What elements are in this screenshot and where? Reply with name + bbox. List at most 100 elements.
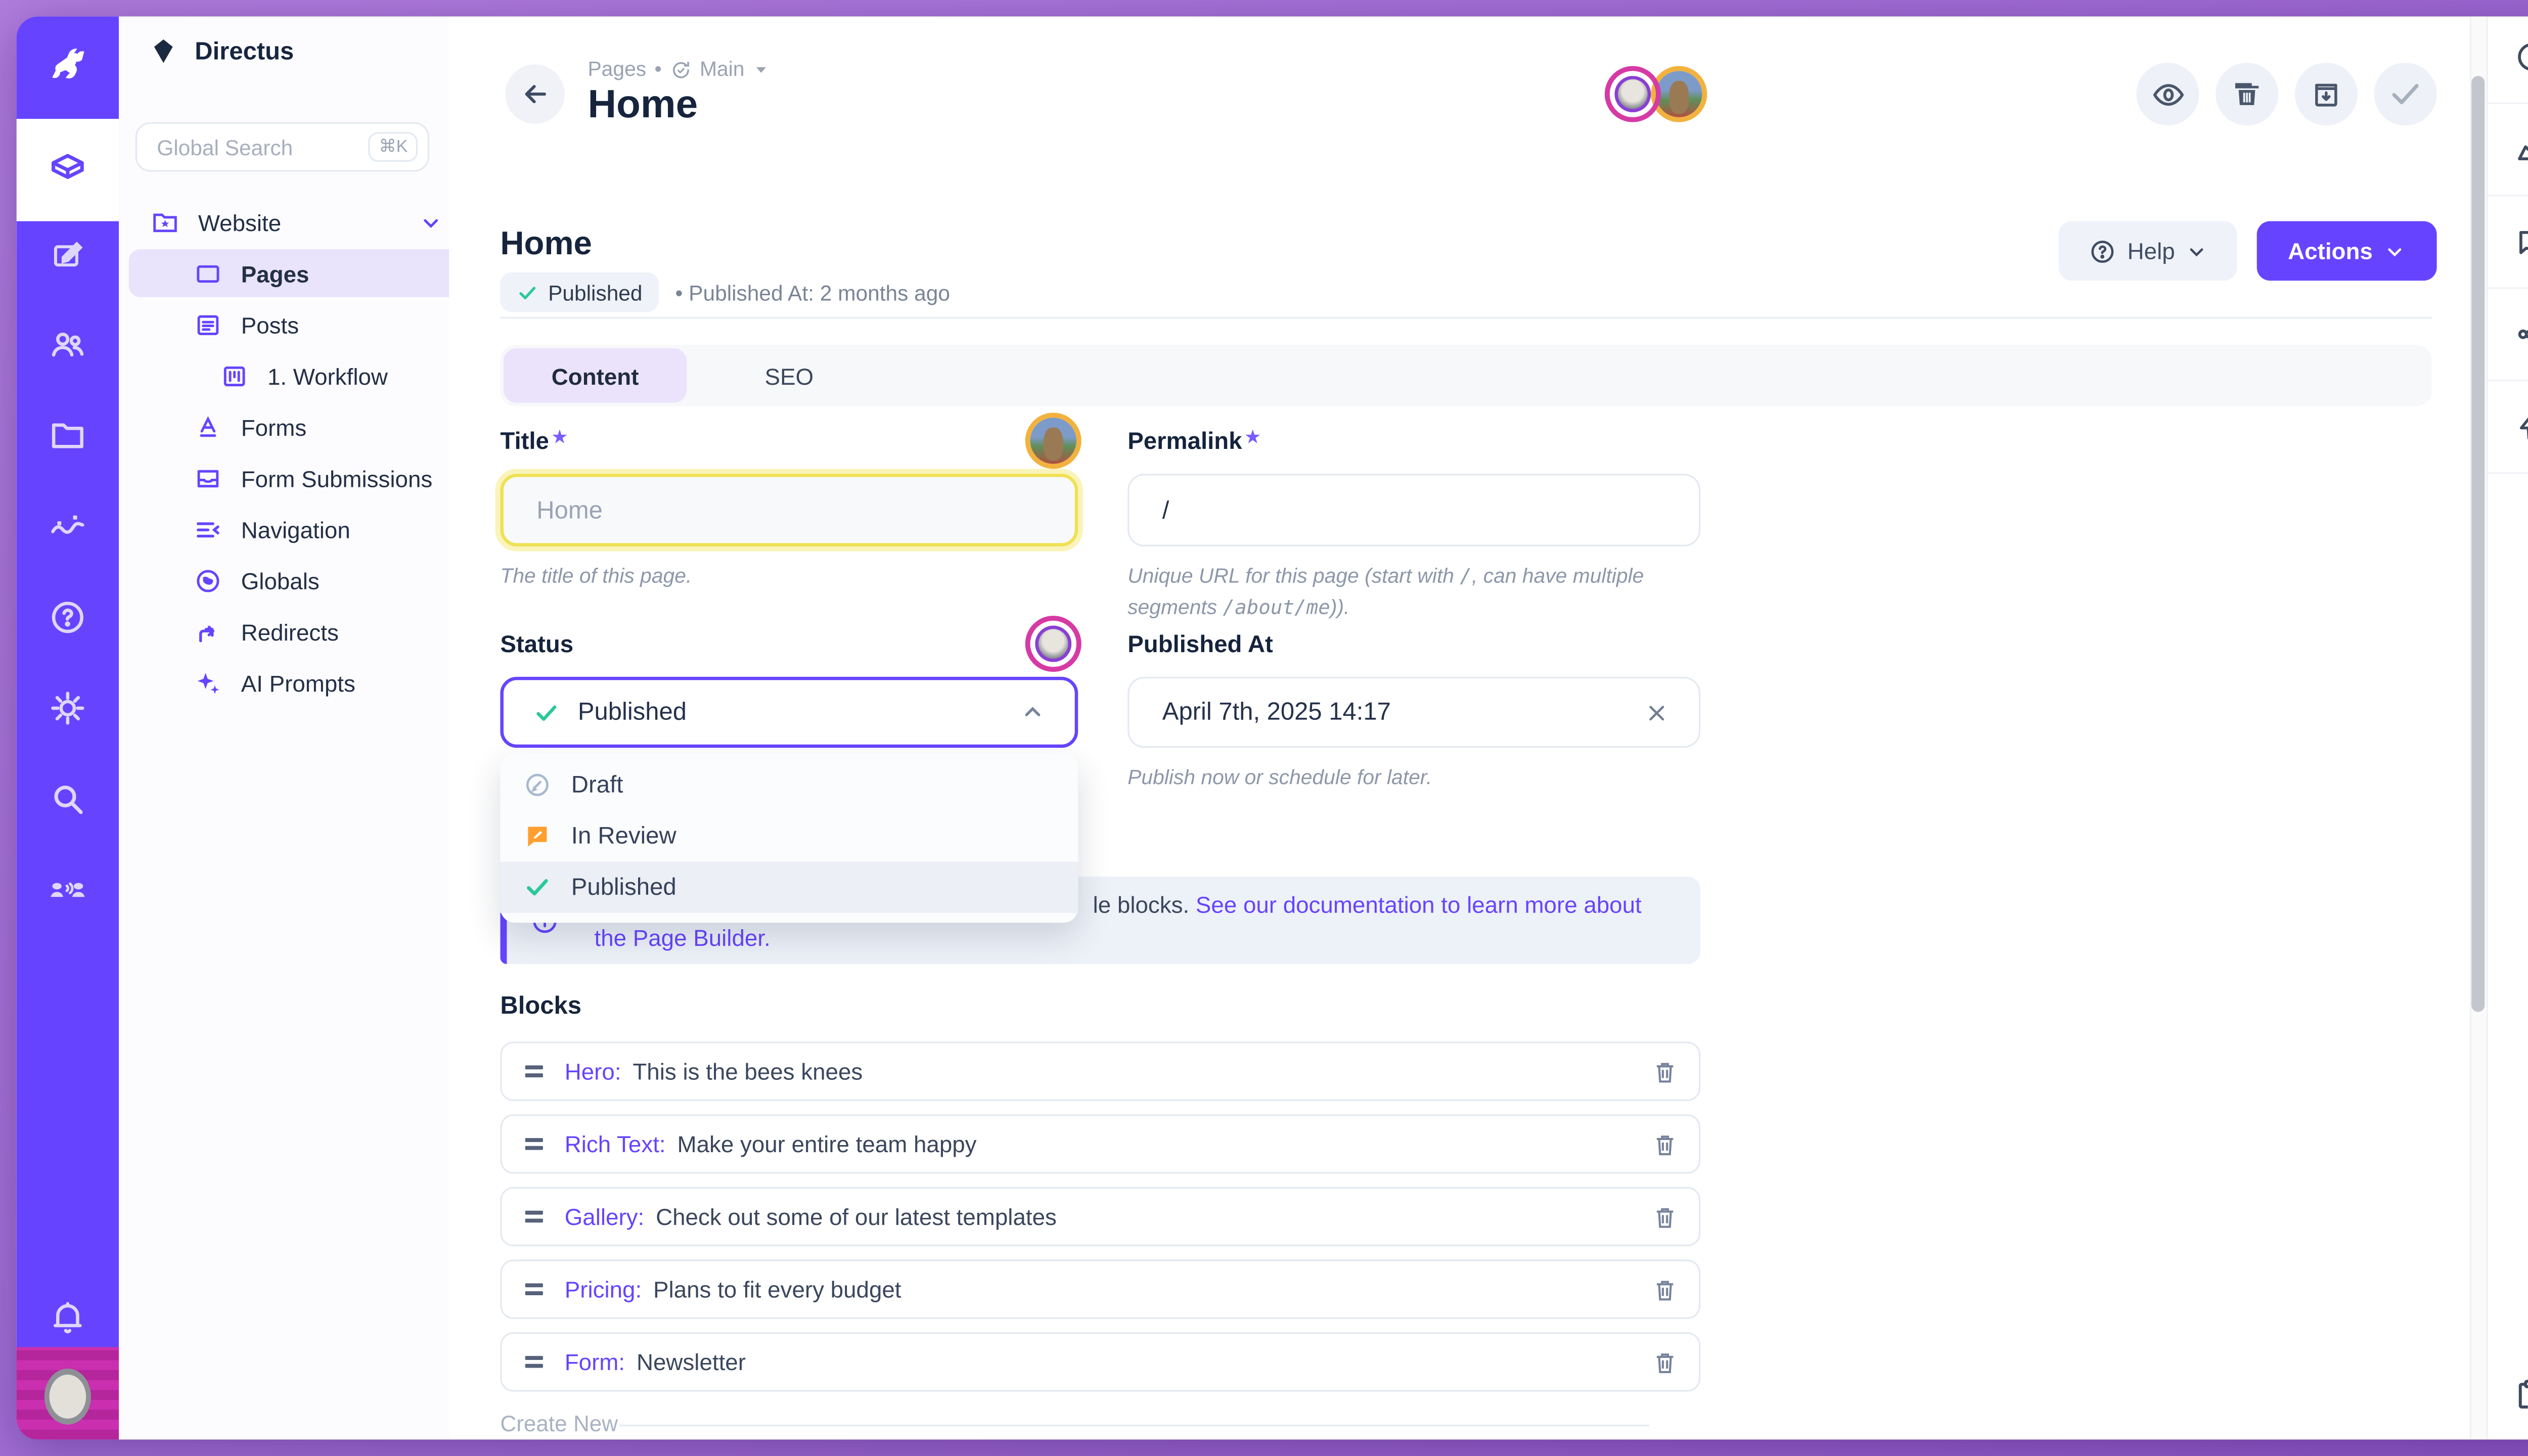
breadcrumb-collection[interactable]: Pages — [588, 58, 646, 81]
title-input[interactable] — [533, 494, 1045, 526]
trash-icon[interactable] — [1651, 1057, 1679, 1085]
tab-content[interactable]: Content — [504, 348, 687, 403]
published-meta: • Published At: 2 months ago — [675, 281, 950, 305]
sidebar-item-navigation[interactable]: Navigation — [129, 505, 502, 553]
block-row-form[interactable]: Form:Newsletter — [500, 1332, 1700, 1392]
module-files[interactable] — [17, 403, 119, 469]
status-dropdown-menu: Draft In Review Published — [500, 753, 1078, 923]
revisions-panel-button[interactable] — [2488, 132, 2528, 167]
help-button[interactable]: Help — [2059, 221, 2237, 281]
terrain-icon — [2513, 132, 2528, 167]
project-header[interactable]: Directus — [149, 36, 294, 66]
required-marker: ★ — [552, 429, 567, 447]
check-icon — [523, 873, 552, 901]
trash-icon[interactable] — [1651, 1130, 1679, 1158]
delete-button[interactable] — [2216, 63, 2278, 125]
divider — [2488, 287, 2528, 289]
breadcrumb[interactable]: Pages • Main — [588, 58, 769, 81]
archive-down-icon — [2310, 77, 2342, 110]
status-option-in-review[interactable]: In Review — [500, 810, 1078, 861]
chevron-down-icon[interactable] — [419, 210, 442, 234]
sidebar-item-forms[interactable]: Forms — [129, 403, 502, 451]
module-content-active[interactable] — [17, 119, 119, 221]
current-user-avatar[interactable] — [17, 1347, 119, 1439]
sidebar-item-form-submissions[interactable]: Form Submissions — [129, 454, 502, 502]
global-search[interactable]: ⌘K — [136, 122, 429, 172]
check-icon — [533, 699, 560, 725]
sidebar-item-pages[interactable]: Pages — [129, 249, 502, 297]
info-panel-button[interactable] — [2488, 39, 2528, 74]
directus-rabbit-logo[interactable] — [17, 17, 119, 119]
chevron-down-icon — [2187, 240, 2208, 261]
article-icon — [192, 309, 224, 339]
back-button[interactable] — [505, 64, 565, 124]
flows-panel-button[interactable] — [2488, 410, 2528, 442]
save-button[interactable] — [2374, 63, 2437, 125]
tab-seo[interactable]: SEO — [715, 348, 864, 403]
check-icon — [2387, 76, 2424, 112]
required-marker: ★ — [1245, 429, 1260, 447]
block-row-rich-text[interactable]: Rich Text:Make your entire team happy — [500, 1114, 1700, 1174]
permalink-field-label: Permalink★ — [1127, 429, 1260, 456]
sidebar-item-posts[interactable]: Posts — [129, 300, 502, 348]
tab-strip: Content SEO — [500, 345, 2431, 406]
trash-icon[interactable] — [1651, 1275, 1679, 1303]
status-option-draft[interactable]: Draft — [500, 759, 1078, 810]
global-search-input[interactable] — [154, 133, 369, 161]
block-row-gallery[interactable]: Gallery:Check out some of our latest tem… — [500, 1187, 1700, 1247]
presence-avatar-user2[interactable] — [1656, 71, 1702, 117]
notifications-bell-icon[interactable] — [17, 1284, 119, 1350]
sidebar-item-redirects[interactable]: Redirects — [129, 608, 502, 656]
trash-icon[interactable] — [1651, 1203, 1679, 1231]
drag-handle-icon[interactable] — [522, 1207, 547, 1226]
docs-link-continued[interactable]: the Page Builder. — [595, 925, 771, 951]
tasks-panel-button[interactable] — [2488, 1377, 2528, 1413]
drag-handle-icon[interactable] — [522, 1062, 547, 1081]
sidebar-item-ai-prompts[interactable]: AI Prompts — [129, 659, 502, 707]
module-docs[interactable] — [17, 584, 119, 651]
browser-icon — [192, 258, 224, 288]
permalink-field[interactable] — [1127, 474, 1700, 547]
archive-button[interactable] — [2295, 63, 2358, 125]
create-new-divider — [619, 1425, 1649, 1426]
docs-link[interactable]: See our documentation to learn more abou… — [1196, 891, 1642, 918]
main-content: Pages • Main Home Home Published • Publi… — [449, 17, 2486, 1440]
comment-icon — [2513, 224, 2528, 259]
status-badge: Published — [500, 272, 659, 312]
banner-line2: the Page Builder. — [595, 921, 771, 954]
chevron-up-icon — [1020, 700, 1045, 724]
published-at-input[interactable] — [1159, 697, 1644, 728]
comments-panel-button[interactable] — [2488, 224, 2528, 259]
module-search[interactable] — [17, 766, 119, 832]
trash-icon[interactable] — [1651, 1348, 1679, 1376]
block-row-hero[interactable]: Hero:This is the bees knees — [500, 1041, 1700, 1101]
module-edit[interactable] — [17, 223, 119, 289]
drag-handle-icon[interactable] — [522, 1280, 547, 1299]
module-settings[interactable] — [17, 675, 119, 742]
box-icon — [46, 149, 89, 192]
drag-handle-icon[interactable] — [522, 1134, 547, 1154]
shares-panel-button[interactable] — [2488, 317, 2528, 352]
published-at-field[interactable] — [1127, 677, 1700, 748]
sparkles-icon — [192, 668, 224, 698]
sidebar-item-globals[interactable]: Globals — [129, 556, 502, 604]
status-select[interactable]: Published — [500, 677, 1078, 748]
clear-x-icon[interactable] — [1644, 699, 1669, 725]
divider — [2488, 380, 2528, 381]
sidebar-item-website[interactable]: Website — [129, 198, 459, 246]
presence-avatar-user1[interactable] — [1610, 71, 1656, 117]
status-option-published[interactable]: Published — [500, 861, 1078, 913]
block-row-pricing[interactable]: Pricing:Plans to fit every budget — [500, 1259, 1700, 1319]
module-bar — [17, 17, 119, 1440]
drag-handle-icon[interactable] — [522, 1352, 547, 1372]
breadcrumb-version[interactable]: Main — [700, 58, 744, 81]
permalink-input[interactable] — [1159, 494, 1669, 526]
module-users[interactable] — [17, 312, 119, 378]
preview-button[interactable] — [2136, 63, 2199, 125]
title-field[interactable] — [500, 474, 1078, 547]
module-insights[interactable] — [17, 493, 119, 560]
create-new-label[interactable]: Create New — [500, 1412, 618, 1436]
scrollbar-thumb[interactable] — [2471, 76, 2485, 1012]
module-translations[interactable] — [17, 857, 119, 923]
actions-button[interactable]: Actions — [2257, 221, 2437, 281]
